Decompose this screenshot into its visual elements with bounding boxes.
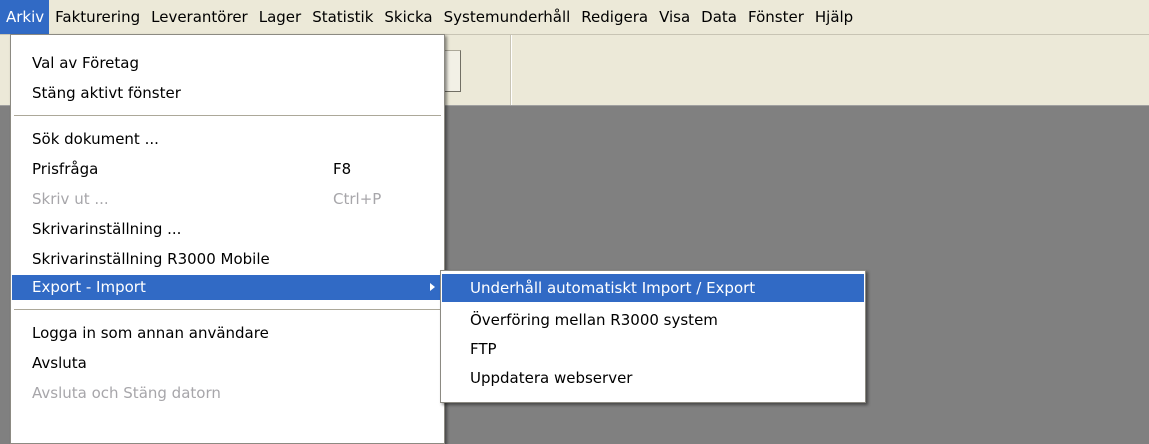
menu-item-skrivarinstallning-r3000-mobile[interactable]: Skrivarinställning R3000 Mobile — [12, 247, 270, 272]
menu-item-label: FTP — [470, 340, 497, 358]
menu-leverantorer[interactable]: Leverantörer — [145, 0, 253, 34]
menu-data[interactable]: Data — [695, 0, 742, 34]
menu-arkiv[interactable]: Arkiv — [0, 0, 50, 34]
menu-item-skriv-ut: Skriv ut ... Ctrl+P — [12, 187, 444, 212]
menu-item-label: Sök dokument ... — [32, 130, 159, 148]
menu-item-label: Skriv ut ... — [32, 190, 109, 208]
menu-separator — [14, 309, 441, 310]
menu-bar: Arkiv Fakturering Leverantörer Lager Sta… — [0, 0, 1149, 35]
arkiv-dropdown-menu: Val av Företag Stäng aktivt fönster Sök … — [10, 34, 445, 444]
submenu-arrow-icon — [430, 283, 435, 291]
menu-fonster[interactable]: Fönster — [742, 0, 809, 34]
shortcut-label: F8 — [333, 160, 352, 178]
menu-item-label: Logga in som annan användare — [32, 324, 269, 342]
shortcut-label: Ctrl+P — [333, 190, 382, 208]
menu-item-avsluta[interactable]: Avsluta — [12, 351, 87, 376]
menu-item-label: Val av Företag — [32, 54, 139, 72]
menu-item-label: Underhåll automatiskt Import / Export — [470, 279, 756, 297]
menu-statistik[interactable]: Statistik — [306, 0, 378, 34]
menu-item-label: Export - Import — [32, 278, 146, 296]
menu-item-label: Skrivarinställning ... — [32, 220, 182, 238]
submenu-item-ftp[interactable]: FTP — [442, 335, 864, 363]
menu-item-stang-aktivt-fonster[interactable]: Stäng aktivt fönster — [12, 81, 181, 106]
menu-item-avsluta-och-stang-datorn: Avsluta och Stäng datorn — [12, 381, 221, 406]
submenu-item-overforing-r3000[interactable]: Överföring mellan R3000 system — [442, 306, 864, 334]
menu-item-label: Prisfråga — [32, 160, 99, 178]
menu-item-val-av-foretag[interactable]: Val av Företag — [12, 51, 139, 76]
menu-item-label: Uppdatera webserver — [470, 369, 633, 387]
menu-item-export-import[interactable]: Export - Import — [12, 275, 443, 300]
menu-item-skrivarinstallning[interactable]: Skrivarinställning ... — [12, 217, 181, 242]
menu-item-label: Skrivarinställning R3000 Mobile — [32, 250, 270, 268]
menu-lager[interactable]: Lager — [253, 0, 306, 34]
menu-item-label: Avsluta — [32, 354, 87, 372]
menu-item-prisfraga[interactable]: Prisfråga F8 — [12, 157, 444, 182]
export-import-submenu: Underhåll automatiskt Import / Export Öv… — [440, 270, 866, 403]
menu-fakturering[interactable]: Fakturering — [49, 0, 145, 34]
submenu-item-uppdatera-webserver[interactable]: Uppdatera webserver — [442, 364, 864, 392]
menu-separator — [14, 115, 441, 116]
toolbar-separator — [510, 35, 512, 105]
menu-item-sok-dokument[interactable]: Sök dokument ... — [12, 127, 159, 152]
menu-systemunderhall[interactable]: Systemunderhåll — [438, 0, 576, 34]
submenu-item-underhall-import-export[interactable]: Underhåll automatiskt Import / Export — [442, 274, 864, 302]
menu-redigera[interactable]: Redigera — [575, 0, 653, 34]
menu-item-label: Överföring mellan R3000 system — [470, 311, 718, 329]
menu-item-logga-in-som-annan-anvandare[interactable]: Logga in som annan användare — [12, 321, 269, 346]
menu-visa[interactable]: Visa — [653, 0, 695, 34]
menu-item-label: Stäng aktivt fönster — [32, 84, 181, 102]
menu-skicka[interactable]: Skicka — [378, 0, 437, 34]
menu-hjalp[interactable]: Hjälp — [809, 0, 858, 34]
menu-item-label: Avsluta och Stäng datorn — [32, 384, 221, 402]
